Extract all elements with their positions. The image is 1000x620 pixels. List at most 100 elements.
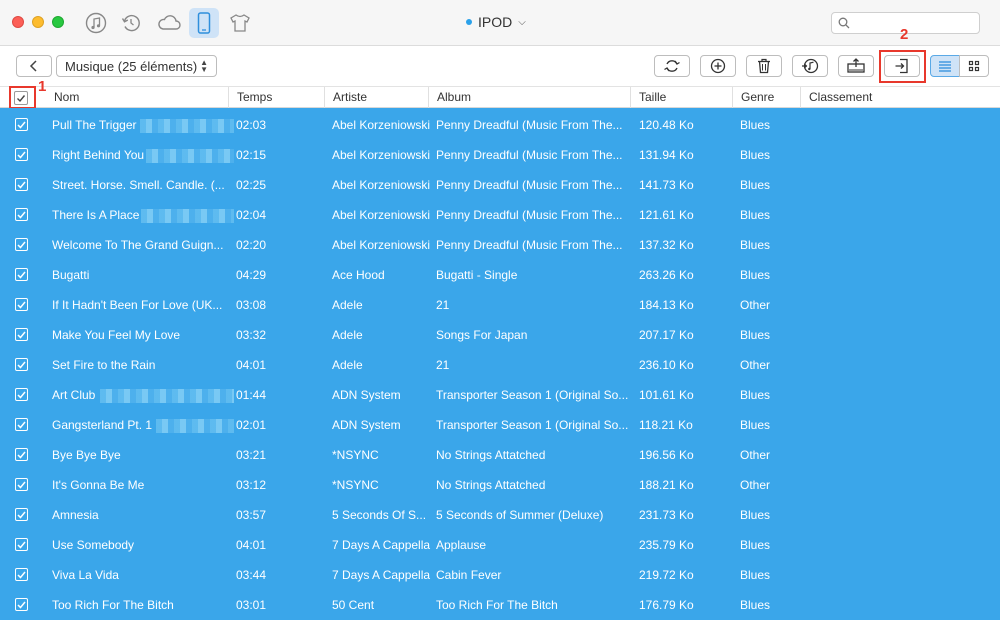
table-row[interactable]: Pull The Trigger 02:03 Abel Korzeniowski Pe…: [0, 108, 1000, 138]
to-computer-button[interactable]: [838, 55, 874, 77]
track-name: Bye Bye Bye: [52, 448, 121, 462]
track-time: 02:20: [236, 238, 267, 252]
track-name: Bugatti: [52, 268, 90, 282]
checkmark-icon: [17, 451, 26, 459]
row-checkbox[interactable]: [15, 568, 28, 581]
track-size: 236.10 Ko: [639, 358, 694, 372]
track-artist: 7 Days A Cappella: [332, 568, 431, 582]
row-checkbox[interactable]: [15, 358, 28, 371]
device-icon[interactable]: [189, 8, 219, 38]
row-checkbox[interactable]: [15, 508, 28, 521]
trash-icon: [758, 58, 770, 74]
checkmark-icon: [17, 391, 26, 399]
track-size: 207.17 Ko: [639, 328, 694, 342]
row-checkbox[interactable]: [15, 538, 28, 551]
table-row[interactable]: Right Behind You 02:15 Abel Korzeniowski Pe…: [0, 138, 1000, 168]
track-name: Amnesia: [52, 508, 99, 522]
add-icon: [710, 58, 726, 74]
category-select[interactable]: Musique (25 éléments) ▲ ▼: [56, 55, 217, 77]
track-size: 235.79 Ko: [639, 538, 694, 552]
refresh-button[interactable]: [654, 55, 690, 77]
table-row[interactable]: Make You Feel My Love 03:32 Adele Songs For…: [0, 318, 1000, 348]
row-checkbox[interactable]: [15, 418, 28, 431]
table-row[interactable]: Gangsterland Pt. 1 02:01 ADN System Transpo…: [0, 408, 1000, 438]
track-artist: Adele: [332, 358, 363, 372]
table-row[interactable]: Viva La Vida 03:44 7 Days A Cappella Cabin …: [0, 558, 1000, 588]
row-checkbox[interactable]: [15, 388, 28, 401]
row-checkbox[interactable]: [15, 328, 28, 341]
column-header-name[interactable]: Nom: [46, 87, 228, 108]
track-size: 188.21 Ko: [639, 478, 694, 492]
column-header-artist[interactable]: Artiste: [324, 87, 428, 108]
row-checkbox[interactable]: [15, 148, 28, 161]
column-header-size[interactable]: Taille: [630, 87, 732, 108]
track-size: 263.26 Ko: [639, 268, 694, 282]
grid-icon: [968, 60, 980, 72]
track-name: Too Rich For The Bitch: [52, 598, 174, 612]
grid-view-button[interactable]: [959, 55, 989, 77]
track-genre: Blues: [740, 388, 771, 402]
track-genre: Other: [740, 448, 771, 462]
track-time: 01:44: [236, 388, 267, 402]
track-artist: Adele: [332, 298, 363, 312]
table-row[interactable]: Bye Bye Bye 03:21 *NSYNC No Strings Attatch…: [0, 438, 1000, 468]
track-size: 184.13 Ko: [639, 298, 694, 312]
back-button[interactable]: [16, 55, 52, 77]
column-header-genre[interactable]: Genre: [732, 87, 800, 108]
track-genre: Other: [740, 358, 771, 372]
table-row[interactable]: Too Rich For The Bitch 03:01 50 Cent Too Ri…: [0, 588, 1000, 618]
to-computer-icon: [847, 58, 865, 73]
music-note-icon[interactable]: [82, 9, 110, 37]
track-artist: Abel Korzeniowski: [332, 148, 431, 162]
track-name: Make You Feel My Love: [52, 328, 181, 342]
table-row[interactable]: Use Somebody 04:01 7 Days A Cappella Applau…: [0, 528, 1000, 558]
row-checkbox[interactable]: [15, 448, 28, 461]
delete-button[interactable]: [746, 55, 782, 77]
restore-icon[interactable]: [117, 9, 145, 37]
to-itunes-button[interactable]: [792, 55, 828, 77]
row-checkbox[interactable]: [15, 268, 28, 281]
cloud-icon[interactable]: [153, 9, 185, 37]
column-header-rating[interactable]: Classement: [800, 87, 1000, 108]
table-row[interactable]: Bugatti 04:29 Ace Hood Bugatti - Single 263.…: [0, 258, 1000, 288]
search-input[interactable]: [854, 16, 974, 30]
track-size: 231.73 Ko: [639, 508, 694, 522]
track-time: 02:01: [236, 418, 267, 432]
track-album: No Strings Attatched: [436, 448, 546, 462]
device-selector[interactable]: IPOD ⌵: [466, 14, 526, 30]
table-row[interactable]: If It Hadn't Been For Love (UK... 03:08 Ad…: [0, 288, 1000, 318]
row-checkbox[interactable]: [15, 208, 28, 221]
table-row[interactable]: It's Gonna Be Me 03:12 *NSYNC No Strings At…: [0, 468, 1000, 498]
table-row[interactable]: Amnesia 03:57 5 Seconds Of S... 5 Seconds o…: [0, 498, 1000, 528]
checkmark-icon: [17, 181, 26, 189]
row-checkbox[interactable]: [15, 298, 28, 311]
table-row[interactable]: Art Club 01:44 ADN System Transporter Seaso…: [0, 378, 1000, 408]
table-row[interactable]: Street. Horse. Smell. Candle. (... 02:25 A…: [0, 168, 1000, 198]
track-time: 03:44: [236, 568, 267, 582]
add-button[interactable]: [700, 55, 736, 77]
track-name: If It Hadn't Been For Love (UK...: [52, 298, 223, 312]
row-checkbox[interactable]: [15, 478, 28, 491]
column-header-album[interactable]: Album: [428, 87, 630, 108]
track-genre: Blues: [740, 328, 771, 342]
list-view-button[interactable]: [930, 55, 960, 77]
row-checkbox[interactable]: [15, 118, 28, 131]
column-header-time[interactable]: Temps: [228, 87, 324, 108]
track-name: Use Somebody: [52, 538, 135, 552]
table-row[interactable]: Set Fire to the Rain 04:01 Adele 21 236.10 K…: [0, 348, 1000, 378]
track-time: 02:03: [236, 118, 267, 132]
track-artist: 50 Cent: [332, 598, 375, 612]
table-row[interactable]: There Is A Place 02:04 Abel Korzeniowski Pe…: [0, 198, 1000, 228]
annotation-box-2: [879, 50, 926, 83]
window-close-button[interactable]: [12, 16, 24, 28]
row-checkbox[interactable]: [15, 238, 28, 251]
row-checkbox[interactable]: [15, 178, 28, 191]
tshirt-icon[interactable]: [226, 9, 254, 37]
track-album: Cabin Fever: [436, 568, 502, 582]
window-maximize-button[interactable]: [52, 16, 64, 28]
table-row[interactable]: Welcome To The Grand Guign... 02:20 Abel K…: [0, 228, 1000, 258]
row-checkbox[interactable]: [15, 598, 28, 611]
window-minimize-button[interactable]: [32, 16, 44, 28]
refresh-icon: [664, 60, 680, 72]
pixelated-redaction: [140, 119, 234, 133]
